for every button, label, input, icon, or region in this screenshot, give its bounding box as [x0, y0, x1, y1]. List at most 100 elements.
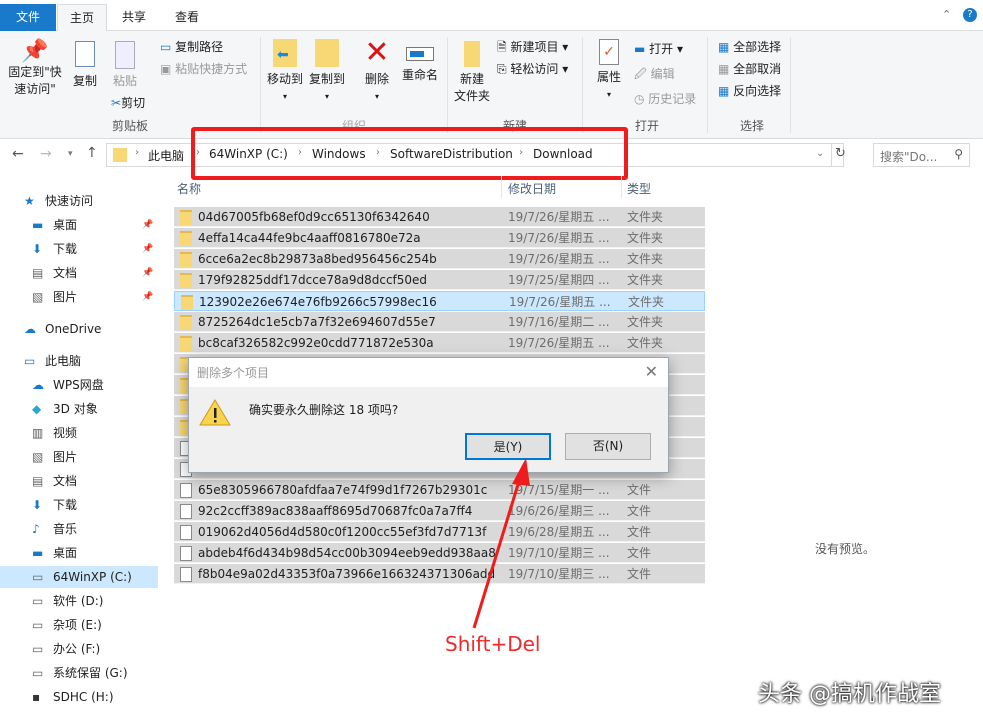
- sidebar-item-label: SDHC (H:): [53, 686, 114, 708]
- copy-to-button[interactable]: 复制到▾: [307, 39, 347, 105]
- sidebar-item[interactable]: ▥视频: [0, 422, 158, 444]
- move-to-button[interactable]: ⬅ 移动到▾: [265, 39, 305, 105]
- forward-icon[interactable]: →: [40, 146, 52, 162]
- address-dropdown-icon[interactable]: ⌄: [816, 148, 824, 159]
- delete-confirm-dialog: 删除多个项目✕ 确实要永久删除这 18 项吗? 是(Y) 否(N): [188, 357, 669, 473]
- ribbon-tabs: 文件 主页 共享 查看 ⌃ ?: [0, 0, 983, 31]
- new-folder-button[interactable]: 新建 文件夹: [452, 41, 492, 105]
- tab-file[interactable]: 文件: [0, 4, 56, 31]
- column-type[interactable]: 类型: [627, 180, 651, 197]
- copy-path-button[interactable]: ▭ 复制路径: [160, 38, 223, 55]
- invert-selection-button[interactable]: ▦ 反向选择: [718, 82, 781, 99]
- yes-button[interactable]: 是(Y): [465, 433, 551, 460]
- sidebar-item[interactable]: ▤文档: [0, 470, 158, 492]
- tab-view[interactable]: 查看: [163, 4, 211, 31]
- properties-button[interactable]: ✓ 属性▾: [593, 39, 625, 103]
- file-row[interactable]: 179f92825ddf17dcce78a9d8dccf50ed19/7/25/…: [174, 270, 705, 290]
- refresh-icon[interactable]: ↻: [835, 146, 846, 161]
- new-item-button[interactable]: 🗎 新建项目 ▾: [497, 38, 568, 59]
- sidebar-item[interactable]: ♪音乐: [0, 518, 158, 540]
- drive-icon: ▭: [32, 566, 46, 578]
- open-button[interactable]: ▬ 打开 ▾: [634, 40, 683, 57]
- drive-icon: ▭: [32, 590, 46, 602]
- up-icon[interactable]: ↑: [86, 145, 98, 161]
- select-none-button[interactable]: ▦ 全部取消: [718, 60, 781, 77]
- sidebar-item-label: 64WinXP (C:): [53, 566, 132, 588]
- select-all-icon: ▦: [718, 40, 733, 54]
- sd-icon: ▪: [32, 686, 46, 698]
- delete-button[interactable]: ✕ 删除▾: [362, 37, 392, 105]
- select-all-button[interactable]: ▦ 全部选择: [718, 38, 781, 55]
- picture-icon: ▧: [32, 446, 46, 458]
- sidebar-item[interactable]: ▭杂项 (E:): [0, 614, 158, 636]
- sidebar-item[interactable]: ▭ 64WinXP (C:): [0, 566, 158, 588]
- sidebar-item[interactable]: ☁OneDrive: [0, 318, 158, 340]
- sidebar-item[interactable]: ▬桌面: [0, 542, 158, 564]
- sidebar-item[interactable]: ⬇下载📌: [0, 238, 158, 260]
- sidebar-item[interactable]: ▭办公 (F:): [0, 638, 158, 660]
- recent-chevron-icon[interactable]: ▾: [68, 149, 73, 159]
- sidebar-item[interactable]: ▭此电脑: [0, 350, 158, 372]
- shortcut-annotation: Shift+Del: [445, 632, 540, 656]
- easy-access-button[interactable]: ⎘ 轻松访问 ▾: [497, 60, 568, 77]
- no-button[interactable]: 否(N): [565, 433, 651, 460]
- sidebar-item-label: 3D 对象: [53, 398, 98, 420]
- sidebar-item[interactable]: ◆3D 对象: [0, 398, 158, 420]
- back-icon[interactable]: ←: [12, 146, 24, 162]
- star-icon: ★: [24, 190, 38, 202]
- file-row[interactable]: abdeb4f6d434b98d54cc00b3094eeb9edd938aa8…: [174, 543, 705, 563]
- folder-icon: [113, 148, 127, 162]
- file-row[interactable]: 019062d4056d4d580c0f1200cc55ef3fd7d7713f…: [174, 522, 705, 542]
- sidebar-item-label: 系统保留 (G:): [53, 662, 128, 684]
- edit-button[interactable]: 🖉 编辑: [634, 65, 675, 86]
- file-row[interactable]: bc8caf326582c992e0cdd771872e530a19/7/26/…: [174, 333, 705, 353]
- paste-shortcut-button[interactable]: ▣ 粘贴快捷方式: [160, 60, 247, 77]
- sidebar-item[interactable]: ☁WPS网盘: [0, 374, 158, 396]
- file-icon: [180, 525, 192, 540]
- search-input[interactable]: 搜索"Do...⚲: [873, 143, 970, 167]
- file-row[interactable]: 6cce6a2ec8b29873a8bed956456c254b 19/7/26/…: [174, 249, 705, 269]
- tab-home[interactable]: 主页: [57, 4, 107, 31]
- file-name: 6cce6a2ec8b29873a8bed956456c254b: [198, 249, 437, 269]
- sidebar-item[interactable]: ▭软件 (D:): [0, 590, 158, 612]
- file-row[interactable]: f8b04e9a02d43353f0a73966e166324371306add…: [174, 564, 705, 584]
- sidebar-item[interactable]: ★快速访问: [0, 190, 158, 212]
- file-row[interactable]: 8725264dc1e5cb7a7f32e694607d55e719/7/16/…: [174, 312, 705, 332]
- pinned-icon: 📌: [142, 238, 153, 260]
- sidebar-item[interactable]: ▪ SDHC (H:): [0, 686, 158, 708]
- file-type: 文件: [627, 501, 651, 521]
- file-name: 65e8305966780afdfaa7e74f99d1f7267b29301c: [198, 480, 487, 500]
- file-row[interactable]: 92c2ccff389ac838aaff8695d70687fc0a7a7ff4…: [174, 501, 705, 521]
- sidebar-item[interactable]: ▧图片📌: [0, 286, 158, 308]
- group-clipboard-label: 剪贴板: [112, 117, 148, 134]
- file-date: 19/7/10/星期三 ...: [508, 564, 610, 584]
- file-row[interactable]: 123902e26e674e76fb9266c57998ec1619/7/26/…: [174, 291, 705, 311]
- paste-button[interactable]: 粘贴: [110, 41, 140, 90]
- sidebar-item-label: 图片: [53, 446, 77, 468]
- column-date[interactable]: 修改日期: [508, 180, 556, 197]
- tab-share[interactable]: 共享: [110, 4, 158, 31]
- file-row[interactable]: 04d67005fb68ef0d9cc65130f634264019/7/26/…: [174, 207, 705, 227]
- sidebar-item[interactable]: ▭系统保留 (G:): [0, 662, 158, 684]
- sidebar-item[interactable]: ⬇下载: [0, 494, 158, 516]
- close-icon[interactable]: ✕: [645, 362, 658, 381]
- file-row[interactable]: 4effa14ca44fe9bc4aaff0816780e72a19/7/26/…: [174, 228, 705, 248]
- breadcrumb-this-pc[interactable]: 此电脑: [148, 147, 184, 164]
- rename-button[interactable]: 重命名: [400, 39, 440, 84]
- file-date: 19/7/26/星期五 ...: [508, 249, 610, 269]
- copy-button[interactable]: 复制: [70, 41, 100, 90]
- help-icon[interactable]: ?: [963, 8, 977, 22]
- history-button[interactable]: ◷ 历史记录: [634, 90, 696, 107]
- column-name[interactable]: 名称: [177, 180, 201, 197]
- collapse-ribbon-icon[interactable]: ⌃: [942, 8, 951, 21]
- file-row[interactable]: 65e8305966780afdfaa7e74f99d1f7267b29301c…: [174, 480, 705, 500]
- sidebar-item[interactable]: ▤文档📌: [0, 262, 158, 284]
- pin-quick-access-button[interactable]: 📌 固定到"快速访问": [4, 43, 66, 98]
- divider: [447, 37, 448, 133]
- folder-icon: [180, 273, 192, 288]
- cut-button[interactable]: ✂剪切: [111, 94, 145, 111]
- dialog-title-text: 删除多个项目: [197, 366, 269, 380]
- sidebar-item[interactable]: ▬桌面📌: [0, 214, 158, 236]
- file-date: 19/7/25/星期四 ...: [508, 270, 610, 290]
- sidebar-item[interactable]: ▧ 图片: [0, 446, 158, 468]
